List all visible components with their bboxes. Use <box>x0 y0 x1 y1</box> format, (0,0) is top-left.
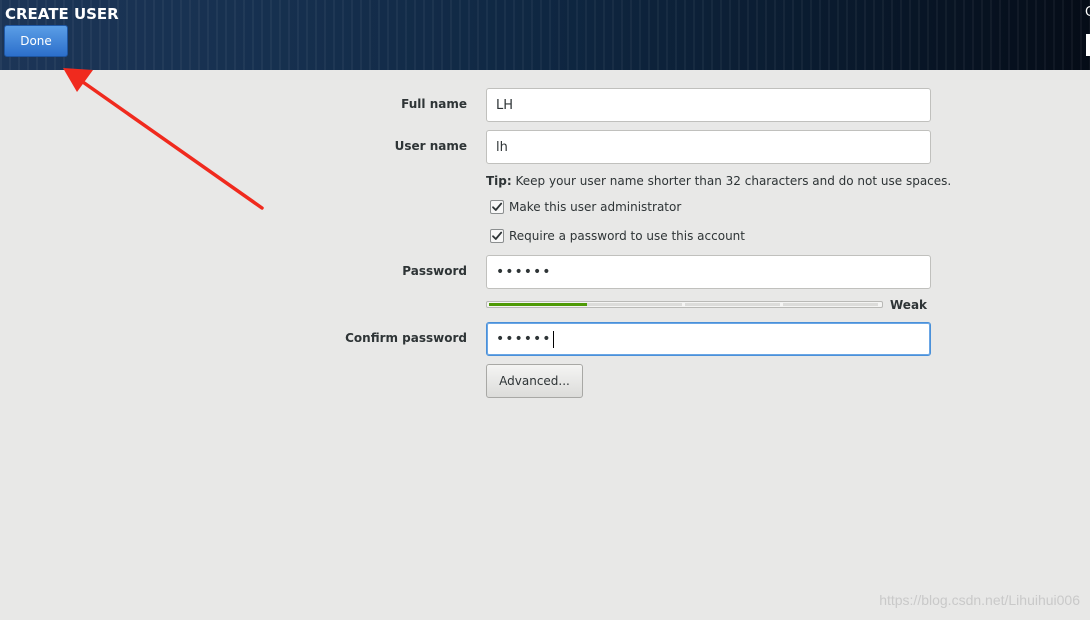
tip-prefix: Tip: <box>486 174 512 188</box>
user-name-value: lh <box>496 139 508 155</box>
arrow-shaft <box>78 78 264 210</box>
tip-text: Keep your user name shorter than 32 char… <box>511 174 952 188</box>
arrow-head <box>63 68 93 92</box>
require-password-checkbox-label: Require a password to use this account <box>509 229 745 243</box>
password-strength-label: Weak <box>890 298 928 312</box>
user-name-label: User name <box>394 139 467 153</box>
strength-fill <box>489 303 587 306</box>
username-tip: Tip: Keep your user name shorter than 32… <box>486 174 951 188</box>
password-value: •••••• <box>496 264 552 280</box>
header-bar: CREATE USER Done C <box>0 0 1090 70</box>
admin-checkbox[interactable] <box>490 200 504 214</box>
done-button[interactable]: Done <box>4 25 68 57</box>
confirm-password-label: Confirm password <box>345 331 467 345</box>
full-name-label: Full name <box>401 97 467 111</box>
require-password-checkbox-row[interactable]: Require a password to use this account <box>490 229 745 243</box>
create-user-screen: CREATE USER Done C Full name LH User nam… <box>0 0 1090 620</box>
full-name-value: LH <box>496 97 514 113</box>
checkmark-icon <box>492 231 503 240</box>
strength-segment <box>587 303 682 306</box>
strength-segment <box>685 303 780 306</box>
header-edge-text: C <box>1085 5 1090 20</box>
checkmark-icon <box>492 202 503 211</box>
header-edge-indicator <box>1086 34 1090 56</box>
user-name-field[interactable]: lh <box>486 130 931 164</box>
password-field[interactable]: •••••• <box>486 255 931 289</box>
header-background <box>0 0 1090 70</box>
text-cursor <box>552 330 554 348</box>
confirm-password-field[interactable]: •••••• <box>486 322 931 356</box>
password-label: Password <box>402 264 467 278</box>
confirm-password-value: •••••• <box>496 331 552 347</box>
require-password-checkbox[interactable] <box>490 229 504 243</box>
admin-checkbox-row[interactable]: Make this user administrator <box>490 200 681 214</box>
advanced-button[interactable]: Advanced... <box>486 364 583 398</box>
strength-segment <box>783 303 878 306</box>
full-name-field[interactable]: LH <box>486 88 931 122</box>
password-strength-meter <box>486 301 883 308</box>
page-title: CREATE USER <box>5 5 119 23</box>
admin-checkbox-label: Make this user administrator <box>509 200 682 214</box>
watermark: https://blog.csdn.net/Lihuihui006 <box>879 592 1080 608</box>
